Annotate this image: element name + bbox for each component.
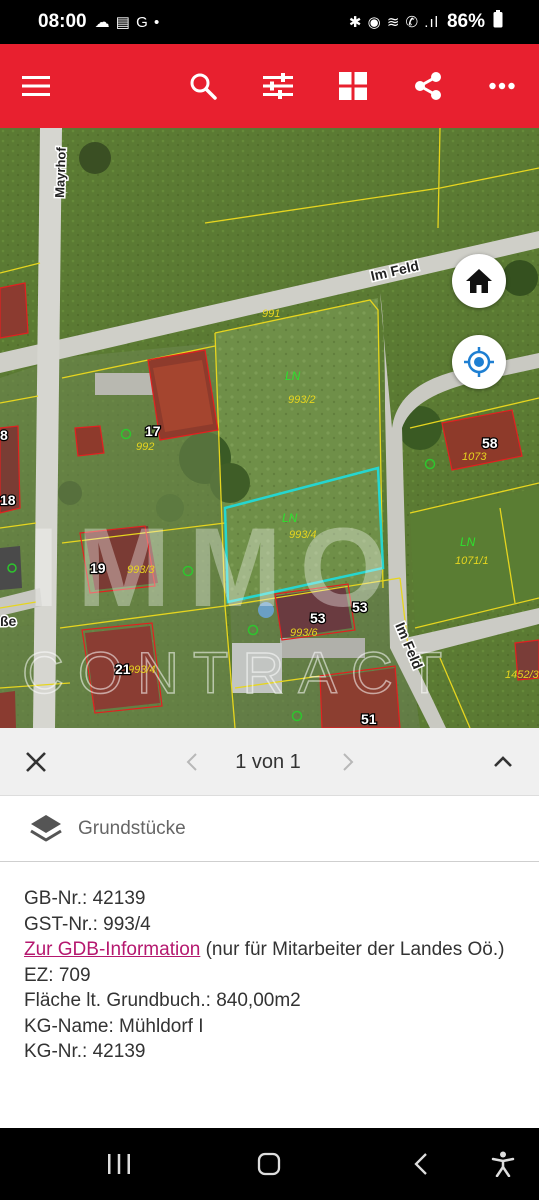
parcel-number-selected: 993/4 xyxy=(289,529,317,541)
search-icon[interactable] xyxy=(183,66,223,106)
parcel-number: 1071/1 xyxy=(455,555,489,567)
chevron-left-icon[interactable] xyxy=(178,748,206,776)
aerial-map[interactable]: IMMO CONTRACT Im Feld Im Feld Mayrhof ße… xyxy=(0,128,539,728)
layer-label: Grundstücke xyxy=(78,818,186,839)
street-label-mayrhof: Mayrhof xyxy=(52,146,69,198)
ez: EZ: 709 xyxy=(24,964,91,986)
house-number: 8 xyxy=(0,427,8,443)
locate-me-icon[interactable] xyxy=(452,335,506,389)
parcel-number: 993/2 xyxy=(288,394,316,406)
pager-count: 1 von 1 xyxy=(235,751,301,773)
gdb-info-line: Zur GDB-Information (nur für Mitarbeiter… xyxy=(24,937,515,963)
landuse-label: LN xyxy=(282,511,298,525)
close-icon[interactable] xyxy=(18,746,54,778)
gdb-information-link[interactable]: Zur GDB-Information xyxy=(24,939,200,960)
house-number: 53 xyxy=(310,610,326,626)
recent-apps-icon[interactable] xyxy=(99,1148,139,1180)
parcel-number: 991 xyxy=(262,308,280,320)
gdb-note: (nur für Mitarbeiter der Landes Oö.) xyxy=(200,939,505,960)
layer-header: Grundstücke xyxy=(0,796,539,862)
house-number: 17 xyxy=(145,423,161,439)
status-bar: 08:00 ☁ ▤ G • ✱ ◉ ≋ ✆ .ıl 86% xyxy=(0,0,539,44)
flaeche: Fläche lt. Grundbuch.: 840,00m2 xyxy=(24,990,301,1011)
gst-nr: GST-Nr.: 993/4 xyxy=(24,913,151,935)
house-number: 58 xyxy=(482,435,498,451)
watermark-line1: IMMO xyxy=(28,505,405,630)
parcel-number: 1452/3 xyxy=(505,669,539,681)
parcel-number: 993/3 xyxy=(127,564,155,576)
parcel-number: 993/4 xyxy=(128,664,156,676)
grid-apps-icon[interactable] xyxy=(333,66,373,106)
layers-icon xyxy=(28,811,64,847)
status-system-icons: ✱ ◉ ≋ ✆ .ıl xyxy=(348,14,439,31)
house-number: 19 xyxy=(90,560,106,576)
chevron-up-icon[interactable] xyxy=(486,748,520,776)
landuse-label: LN xyxy=(285,369,301,383)
kg-nr: KG-Nr.: 42139 xyxy=(24,1041,146,1062)
more-dots-icon[interactable] xyxy=(482,66,522,106)
accessibility-icon[interactable] xyxy=(483,1148,523,1180)
battery-icon xyxy=(493,10,503,34)
system-nav-bar xyxy=(0,1128,539,1200)
menu-icon[interactable] xyxy=(16,66,56,106)
home-nav-icon[interactable] xyxy=(249,1148,289,1180)
watermark-line2: CONTRACT xyxy=(22,641,456,706)
gb-nr: GB-Nr.: 42139 xyxy=(24,888,146,909)
house-number: 18 xyxy=(0,492,16,508)
parcel-info: GB-Nr.: 42139 GST-Nr.: 993/4 Zur GDB-Inf… xyxy=(0,862,539,1128)
house-number: 53 xyxy=(352,599,368,615)
chevron-right-icon[interactable] xyxy=(334,748,362,776)
kg-name: KG-Name: Mühldorf I xyxy=(24,1015,204,1037)
house-number: 21 xyxy=(115,661,131,677)
status-time: 08:00 xyxy=(38,11,87,32)
app-toolbar xyxy=(0,44,539,128)
result-pager: 1 von 1 xyxy=(0,728,539,796)
landuse-label: LN xyxy=(460,535,476,549)
share-icon[interactable] xyxy=(408,66,448,106)
filter-sliders-icon[interactable] xyxy=(258,66,298,106)
home-icon[interactable] xyxy=(452,254,506,308)
parcel-number: 1073 xyxy=(462,451,487,463)
battery-level: 86% xyxy=(446,11,485,32)
back-icon[interactable] xyxy=(401,1148,441,1180)
parcel-number: 992 xyxy=(136,441,154,453)
parcel-number: 993/6 xyxy=(290,627,318,639)
house-number: 51 xyxy=(361,711,377,727)
status-notification-icons: ☁ ▤ G • xyxy=(94,14,161,31)
street-label-partial: ße xyxy=(0,613,17,629)
